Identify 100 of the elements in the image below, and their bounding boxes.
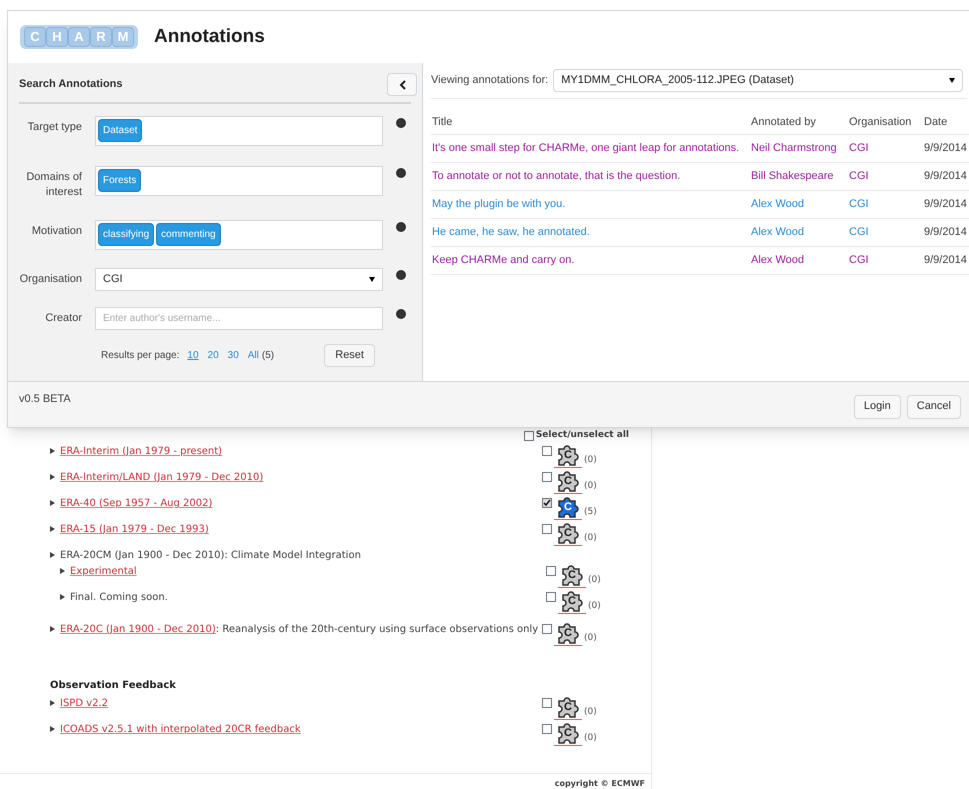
column-header: Title: [432, 114, 454, 130]
dataset-link[interactable]: ERA-Interim/LAND (Jan 1979 - Dec 2010): [60, 472, 264, 483]
page-size-link[interactable]: 30: [228, 348, 239, 363]
organisation-link[interactable]: CGI: [849, 196, 924, 213]
dataset-description: : Reanalysis of the 20th-century using surface observations only: [216, 624, 538, 635]
dialog-button[interactable]: Login: [854, 394, 901, 418]
expand-icon[interactable]: [50, 448, 55, 454]
author-link[interactable]: Alex Wood: [751, 224, 849, 241]
select-value: CGI: [103, 272, 123, 288]
organisation-select[interactable]: CGI: [95, 268, 383, 291]
annotation-count: (0): [584, 480, 597, 493]
creator-field[interactable]: Enter author's username...: [95, 307, 383, 330]
expand-icon[interactable]: [50, 700, 55, 706]
dropdown-icon: [949, 78, 956, 83]
dataset-link[interactable]: ERA-40 (Sep 1957 - Aug 2002): [60, 498, 212, 509]
page-size-link[interactable]: 20: [208, 348, 219, 363]
expand-icon[interactable]: [60, 568, 65, 574]
tag[interactable]: Dataset: [98, 119, 142, 142]
dataset-link[interactable]: ERA-20C (Jan 1900 - Dec 2010): [60, 624, 216, 635]
tag-input[interactable]: Dataset: [95, 116, 383, 146]
checkbox[interactable]: [542, 698, 552, 708]
results-label: Results per page:: [101, 349, 180, 363]
expand-icon[interactable]: [50, 552, 55, 558]
select-all-checkbox[interactable]: [524, 431, 534, 441]
checkbox[interactable]: [542, 472, 552, 482]
copyright-text: copyright © ECMWF: [554, 779, 645, 788]
checkbox[interactable]: [542, 446, 552, 456]
dropdown-icon: [369, 277, 375, 282]
checkbox[interactable]: [542, 524, 552, 534]
author-link[interactable]: Alex Wood: [751, 196, 849, 213]
expand-icon[interactable]: [50, 726, 55, 732]
annotation-link[interactable]: Keep CHARMe and carry on.: [432, 252, 751, 269]
column-header: Organisation: [849, 114, 912, 130]
organisation-link[interactable]: CGI: [849, 252, 924, 269]
annotation-link[interactable]: To annotate or not to annotate, that is the question.: [432, 168, 751, 185]
logo: C H A R M: [20, 25, 138, 49]
target-select[interactable]: MY1DMM_CHLORA_2005-112.JPEG (Dataset): [553, 69, 964, 92]
expand-icon[interactable]: [50, 474, 55, 480]
dialog-button[interactable]: Cancel: [906, 394, 961, 418]
annotation-count: (0): [584, 532, 597, 545]
annotation-count: (5): [584, 506, 597, 519]
section-heading: Observation Feedback: [50, 679, 177, 693]
checkbox[interactable]: [542, 498, 552, 508]
checkbox[interactable]: [546, 566, 556, 576]
dataset-link[interactable]: ICOADS v2.5.1 with interpolated 20CR feedback: [60, 724, 301, 735]
expand-icon[interactable]: [60, 594, 65, 600]
reset-button[interactable]: Reset: [324, 344, 375, 367]
help-icon[interactable]: [396, 168, 406, 178]
checkbox[interactable]: [542, 624, 552, 634]
help-icon[interactable]: [396, 118, 406, 128]
tag[interactable]: classifying: [98, 223, 154, 246]
dataset-link[interactable]: ERA-15 (Jan 1979 - Dec 1993): [60, 524, 209, 535]
tag-input[interactable]: classifying commenting: [95, 220, 383, 250]
author-link[interactable]: Alex Wood: [751, 252, 849, 269]
dialog-title: Annotations: [154, 24, 265, 49]
page-size-link[interactable]: All: [248, 348, 259, 363]
expand-icon[interactable]: [50, 626, 55, 632]
tag[interactable]: commenting: [156, 223, 221, 246]
help-icon[interactable]: [396, 309, 406, 319]
expand-icon[interactable]: [50, 526, 55, 532]
author-link[interactable]: Neil Charmstrong: [751, 140, 849, 157]
field-label: Organisation: [19, 272, 82, 287]
expand-icon[interactable]: [50, 500, 55, 506]
checkbox[interactable]: [542, 724, 552, 734]
dataset-link[interactable]: ISPD v2.2: [60, 698, 108, 709]
tag-input[interactable]: Forests: [95, 166, 383, 196]
panel-heading: Search Annotations: [19, 77, 122, 92]
organisation-link[interactable]: CGI: [849, 224, 924, 241]
dataset-label: Final. Coming soon.: [70, 592, 168, 603]
checkbox[interactable]: [546, 592, 556, 602]
page-size-link[interactable]: 10: [187, 348, 199, 363]
annotation-count: (0): [584, 732, 597, 745]
select-all-label: Select/unselect all: [536, 429, 629, 442]
help-icon[interactable]: [396, 270, 406, 280]
dataset-link[interactable]: Experimental: [70, 566, 137, 577]
dataset-link[interactable]: ERA-Interim (Jan 1979 - present): [60, 446, 222, 457]
select-value: MY1DMM_CHLORA_2005-112.JPEG (Dataset): [561, 73, 794, 88]
column-header: Annotated by: [751, 114, 817, 130]
viewing-label: Viewing annotations for:: [431, 73, 548, 88]
version-label: v0.5 BETA: [19, 392, 71, 408]
table-cell-text: 9/9/2014: [924, 141, 968, 156]
annotation-count: (0): [588, 600, 601, 613]
chevron-left-icon: [398, 80, 406, 90]
result-count: (5): [262, 349, 274, 363]
field-label: Creator: [44, 311, 82, 326]
organisation-link[interactable]: CGI: [849, 140, 924, 157]
annotation-link[interactable]: He came, he saw, he annotated.: [432, 224, 751, 241]
author-link[interactable]: Bill Shakespeare: [751, 168, 849, 185]
annotation-link[interactable]: It's one small step for CHARMe, one giant leap for annotations.: [432, 140, 751, 157]
organisation-link[interactable]: CGI: [849, 168, 924, 185]
field-label: Domains of interest: [25, 170, 82, 200]
annotation-link[interactable]: May the plugin be with you.: [432, 196, 751, 213]
table-cell-text: 9/9/2014: [924, 169, 968, 184]
annotation-count: (0): [588, 574, 601, 587]
field-label: Target type: [26, 120, 82, 135]
annotation-count: (0): [584, 706, 597, 719]
table-cell-text: 9/9/2014: [924, 253, 968, 268]
help-icon[interactable]: [396, 222, 406, 232]
collapse-button[interactable]: [387, 73, 417, 96]
tag[interactable]: Forests: [98, 169, 142, 192]
